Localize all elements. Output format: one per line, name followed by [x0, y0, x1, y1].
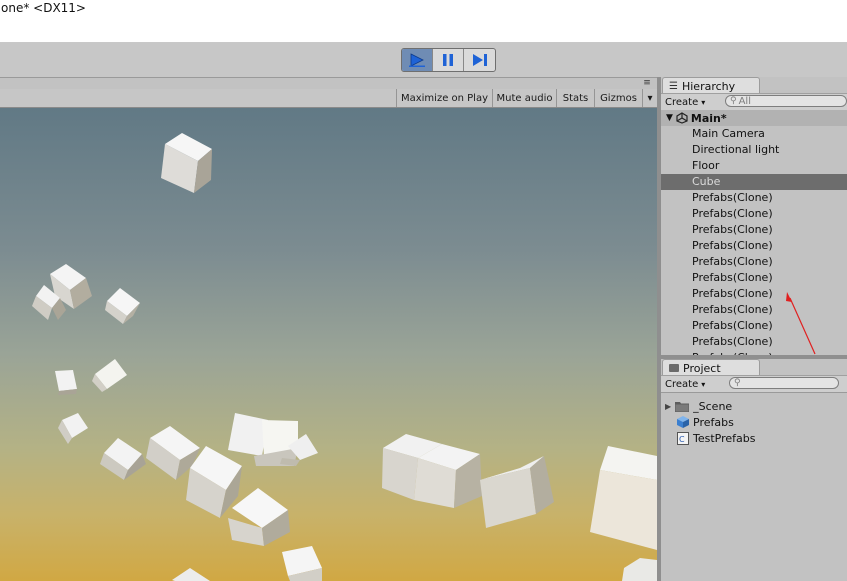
hierarchy-item[interactable]: Cube — [661, 174, 847, 190]
chevron-down-icon: ▾ — [701, 379, 706, 389]
hierarchy-item[interactable]: Prefabs(Clone) — [661, 270, 847, 286]
game-view-panel: ≡ Maximize on Play Mute audio Stats Gizm… — [0, 77, 657, 581]
cube — [105, 288, 140, 324]
hierarchy-item[interactable]: Prefabs(Clone) — [661, 254, 847, 270]
hierarchy-item[interactable]: Prefabs(Clone) — [661, 302, 847, 318]
svg-text:C: C — [679, 435, 685, 444]
chevron-down-icon: ▾ — [701, 97, 706, 107]
expand-arrow-icon: ▶ — [665, 401, 672, 411]
stats-toggle[interactable]: Stats — [556, 89, 594, 107]
pause-button[interactable] — [433, 49, 464, 71]
window-title: one* <DX11> — [1, 1, 86, 15]
pause-icon — [443, 54, 453, 66]
project-panel: Project Create ▾ ⚲ ▶ _Scene Prefabs C Te… — [661, 359, 847, 581]
cube — [590, 446, 657, 550]
hierarchy-item[interactable]: Prefabs(Clone) — [661, 334, 847, 350]
folder-tab-icon — [669, 364, 679, 372]
cube — [282, 546, 322, 581]
hierarchy-item[interactable]: Floor — [661, 158, 847, 174]
gizmos-toggle[interactable]: Gizmos — [594, 89, 642, 107]
hierarchy-toolbar: Create ▾ ⚲ All — [661, 93, 847, 111]
folder-icon — [675, 401, 690, 412]
cube — [100, 438, 146, 480]
csharp-script-icon: C — [677, 431, 689, 445]
mute-audio-toggle[interactable]: Mute audio — [492, 89, 556, 107]
project-create-button[interactable]: Create ▾ — [665, 377, 705, 391]
project-item-label: _Scene — [693, 399, 733, 413]
hierarchy-item[interactable]: Main Camera — [661, 126, 847, 142]
step-icon — [472, 54, 487, 66]
cube — [480, 456, 554, 528]
create-label: Create — [665, 378, 699, 390]
cube — [172, 568, 210, 581]
hierarchy-item[interactable]: Prefabs(Clone) — [661, 190, 847, 206]
scene-render — [32, 133, 657, 581]
create-label: Create — [665, 96, 699, 108]
cube — [228, 413, 298, 466]
playback-controls — [401, 48, 496, 72]
game-view-options-bar: Maximize on Play Mute audio Stats Gizmos… — [0, 89, 657, 108]
cube — [622, 558, 657, 581]
game-viewport[interactable] — [0, 108, 657, 581]
project-item-label: TestPrefabs — [693, 431, 756, 445]
cube — [55, 370, 77, 395]
search-icon: ⚲ — [730, 96, 737, 106]
project-item-label: Prefabs — [693, 415, 734, 429]
prefab-cube-icon — [677, 416, 689, 428]
expand-arrow-icon: ▼ — [666, 113, 673, 123]
hierarchy-search-input[interactable]: ⚲ All — [725, 95, 847, 107]
step-button[interactable] — [464, 49, 495, 71]
hierarchy-item[interactable]: Prefabs(Clone) — [661, 238, 847, 254]
tab-hierarchy[interactable]: ☰ Hierarchy — [662, 77, 760, 94]
project-toolbar: Create ▾ ⚲ — [661, 375, 847, 393]
hierarchy-panel: ☰ Hierarchy Create ▾ ⚲ All ▼ Main* Main … — [661, 77, 847, 355]
tab-hierarchy-label: Hierarchy — [681, 79, 736, 93]
hierarchy-create-button[interactable]: Create ▾ — [665, 95, 705, 109]
hierarchy-item[interactable]: Prefabs(Clone) — [661, 206, 847, 222]
panel-menu-icon[interactable]: ≡ — [640, 79, 654, 88]
list-icon: ☰ — [669, 80, 678, 92]
project-item-scene-folder[interactable]: ▶ _Scene — [665, 398, 732, 414]
scene-root-row[interactable]: ▼ Main* — [661, 110, 847, 126]
tab-project[interactable]: Project — [662, 359, 760, 376]
play-icon — [409, 53, 425, 67]
cube — [92, 359, 127, 392]
gizmos-dropdown-arrow[interactable]: ▾ — [642, 89, 657, 107]
scene-name: Main* — [690, 111, 727, 125]
cube — [58, 413, 88, 444]
tab-project-label: Project — [683, 361, 721, 375]
maximize-on-play-toggle[interactable]: Maximize on Play — [396, 89, 492, 107]
hierarchy-item[interactable]: Directional light — [661, 142, 847, 158]
project-search-input[interactable]: ⚲ — [729, 377, 839, 389]
cube — [161, 133, 212, 193]
search-icon: ⚲ — [734, 378, 741, 388]
search-placeholder: All — [738, 95, 751, 107]
hierarchy-item[interactable]: Prefabs(Clone) — [661, 222, 847, 238]
window-title-bar: one* <DX11> — [0, 0, 847, 43]
unity-logo-icon — [676, 112, 688, 124]
project-item-prefab[interactable]: Prefabs — [677, 414, 734, 430]
hierarchy-item[interactable]: Prefabs(Clone) — [661, 318, 847, 334]
project-item-script[interactable]: C TestPrefabs — [677, 430, 755, 446]
editor-toolbar — [0, 43, 847, 78]
play-button[interactable] — [402, 49, 433, 71]
hierarchy-item[interactable]: Prefabs(Clone) — [661, 286, 847, 302]
